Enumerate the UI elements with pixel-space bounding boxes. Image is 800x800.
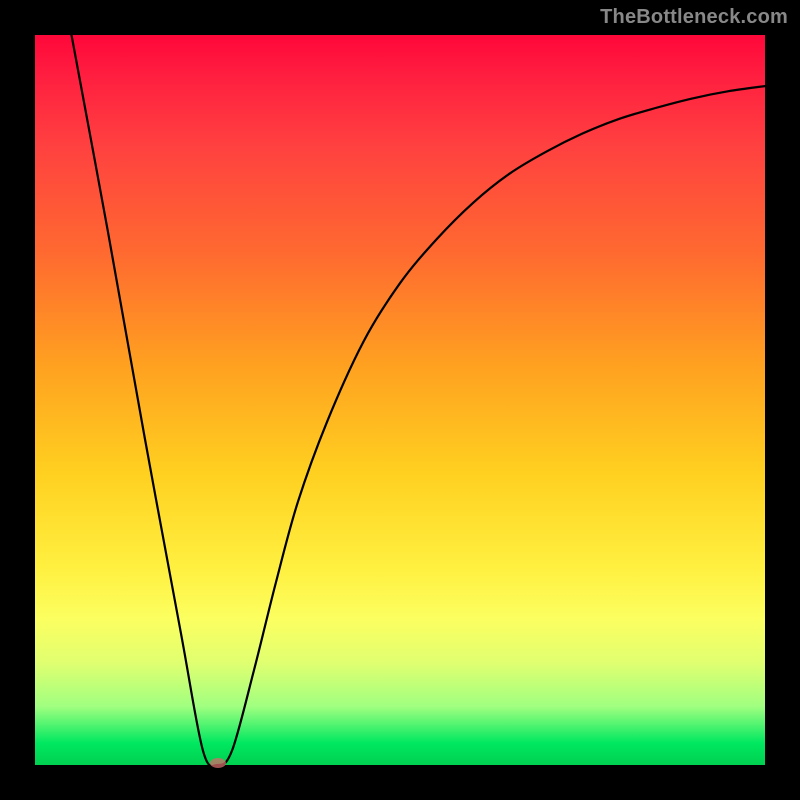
plot-area bbox=[35, 35, 765, 765]
minimum-marker bbox=[210, 758, 226, 768]
bottleneck-curve bbox=[35, 35, 765, 765]
chart-frame: TheBottleneck.com bbox=[0, 0, 800, 800]
watermark-text: TheBottleneck.com bbox=[600, 6, 788, 29]
